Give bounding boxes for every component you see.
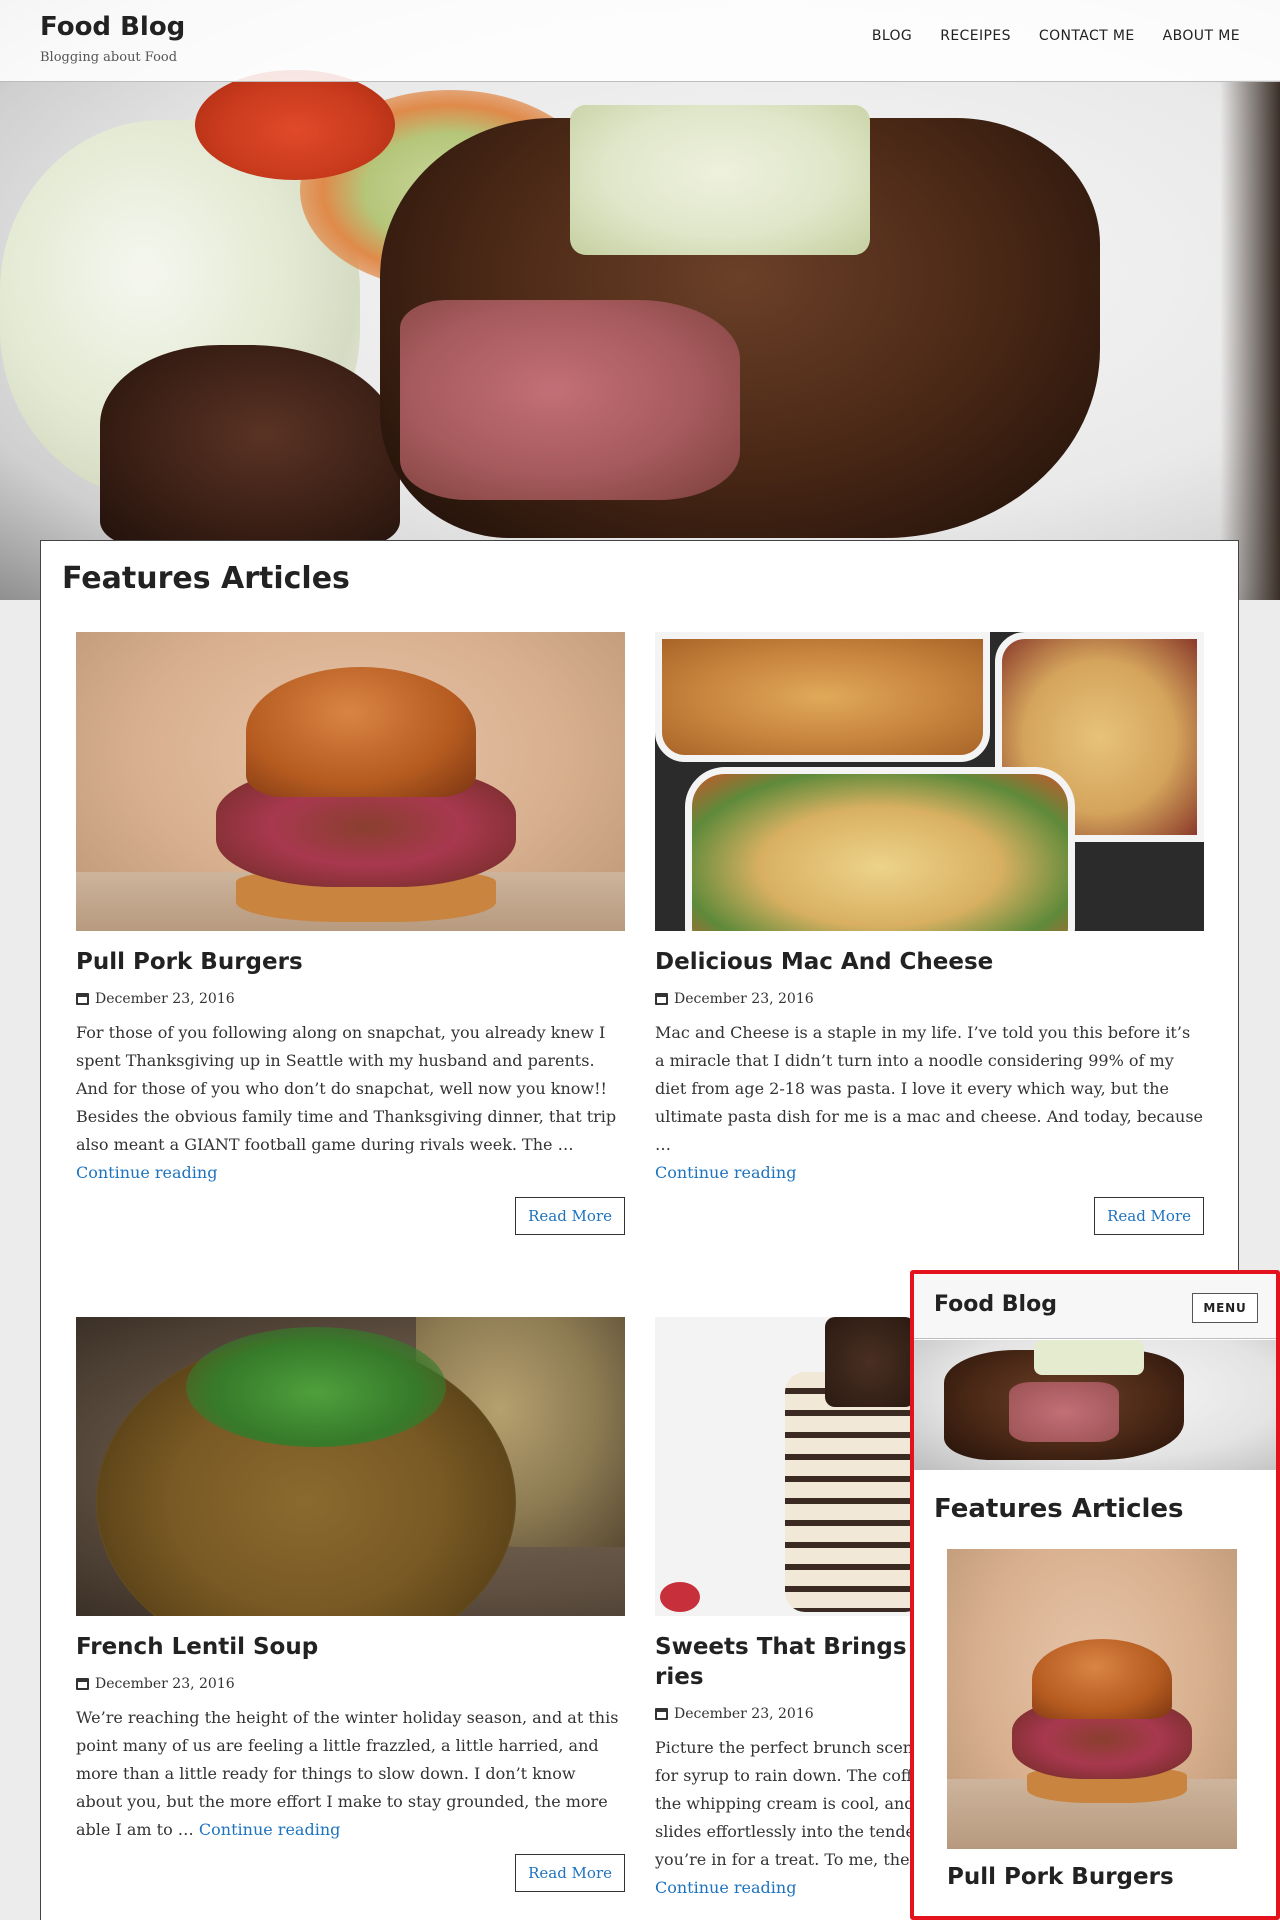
- article-title-line: Sweets That Brings B: [655, 1634, 933, 1660]
- continue-reading-link[interactable]: Continue reading: [199, 1820, 340, 1839]
- excerpt-line: you’re in for a treat. To me, ther: [655, 1850, 918, 1869]
- excerpt-line: Picture the perfect brunch scene: [655, 1738, 923, 1757]
- read-more-button[interactable]: Read More: [515, 1197, 625, 1235]
- article-meta: December 23, 2016: [76, 991, 625, 1007]
- burger-photo[interactable]: [76, 632, 625, 931]
- excerpt-text: Mac and Cheese is a staple in my life. I…: [655, 1023, 1204, 1154]
- article-card: French Lentil Soup December 23, 2016 We’…: [76, 1317, 625, 1892]
- article-excerpt: Mac and Cheese is a staple in my life. I…: [655, 1019, 1204, 1187]
- article-date: December 23, 2016: [95, 991, 235, 1007]
- hero-image: [0, 0, 1280, 600]
- article-date: December 23, 2016: [95, 1676, 235, 1692]
- article-date: December 23, 2016: [674, 1706, 814, 1722]
- article-title[interactable]: Pull Pork Burgers: [76, 947, 625, 977]
- mobile-menu-button[interactable]: MENU: [1192, 1293, 1258, 1323]
- article-meta: December 23, 2016: [655, 991, 1204, 1007]
- article-excerpt: For those of you following along on snap…: [76, 1019, 625, 1187]
- article-date: December 23, 2016: [674, 991, 814, 1007]
- main-nav: BLOG RECEIPES CONTACT ME ABOUT ME: [872, 28, 1240, 44]
- calendar-icon: [76, 1678, 89, 1690]
- nav-about-me[interactable]: ABOUT ME: [1163, 28, 1240, 44]
- calendar-icon: [76, 993, 89, 1005]
- mobile-hero-image: [914, 1340, 1276, 1470]
- hero-table-edge: [1220, 80, 1280, 600]
- nav-recipes[interactable]: RECEIPES: [940, 28, 1011, 44]
- excerpt-line: for syrup to rain down. The coff: [655, 1766, 913, 1785]
- article-excerpt: We’re reaching the height of the winter …: [76, 1704, 625, 1844]
- article-title[interactable]: Delicious Mac And Cheese: [655, 947, 1204, 977]
- calendar-icon: [655, 993, 668, 1005]
- excerpt-text: We’re reaching the height of the winter …: [76, 1708, 619, 1839]
- nav-blog[interactable]: BLOG: [872, 28, 912, 44]
- mac-and-cheese-photo[interactable]: [655, 632, 1204, 931]
- continue-reading-link[interactable]: Continue reading: [655, 1163, 796, 1182]
- hero-steak-slice: [100, 345, 400, 545]
- excerpt-line: slides effortlessly into the tende: [655, 1822, 916, 1841]
- article-card: Pull Pork Burgers December 23, 2016 For …: [76, 632, 625, 1235]
- continue-reading-link[interactable]: Continue reading: [76, 1163, 217, 1182]
- site-tagline: Blogging about Food: [40, 50, 178, 65]
- mobile-burger-photo[interactable]: [947, 1549, 1237, 1849]
- hero-tomato: [195, 70, 395, 180]
- read-more-button[interactable]: Read More: [1094, 1197, 1204, 1235]
- article-title[interactable]: French Lentil Soup: [76, 1632, 625, 1662]
- hero-herb-butter: [570, 105, 870, 255]
- lentil-soup-photo[interactable]: [76, 1317, 625, 1616]
- hero-steak-cut: [400, 300, 740, 500]
- article-card: Delicious Mac And Cheese December 23, 20…: [655, 632, 1204, 1235]
- mobile-preview-frame: Food Blog MENU Features Articles Pull Po…: [910, 1270, 1280, 1920]
- mobile-section-title: Features Articles: [934, 1494, 1184, 1524]
- site-header: Food Blog Blogging about Food BLOG RECEI…: [0, 0, 1280, 82]
- section-title: Features Articles: [62, 561, 350, 596]
- article-meta: December 23, 2016: [76, 1676, 625, 1692]
- mobile-header: Food Blog MENU: [914, 1274, 1276, 1339]
- read-more-button[interactable]: Read More: [515, 1854, 625, 1892]
- calendar-icon: [655, 1708, 668, 1720]
- excerpt-text: For those of you following along on snap…: [76, 1023, 617, 1154]
- site-title[interactable]: Food Blog: [40, 12, 185, 42]
- mobile-article-title[interactable]: Pull Pork Burgers: [947, 1864, 1174, 1890]
- continue-reading-link[interactable]: Continue reading: [655, 1878, 796, 1897]
- excerpt-line: the whipping cream is cool, and: [655, 1794, 915, 1813]
- nav-contact-me[interactable]: CONTACT ME: [1039, 28, 1135, 44]
- article-title-line: ries: [655, 1664, 704, 1690]
- mobile-site-title[interactable]: Food Blog: [934, 1292, 1057, 1317]
